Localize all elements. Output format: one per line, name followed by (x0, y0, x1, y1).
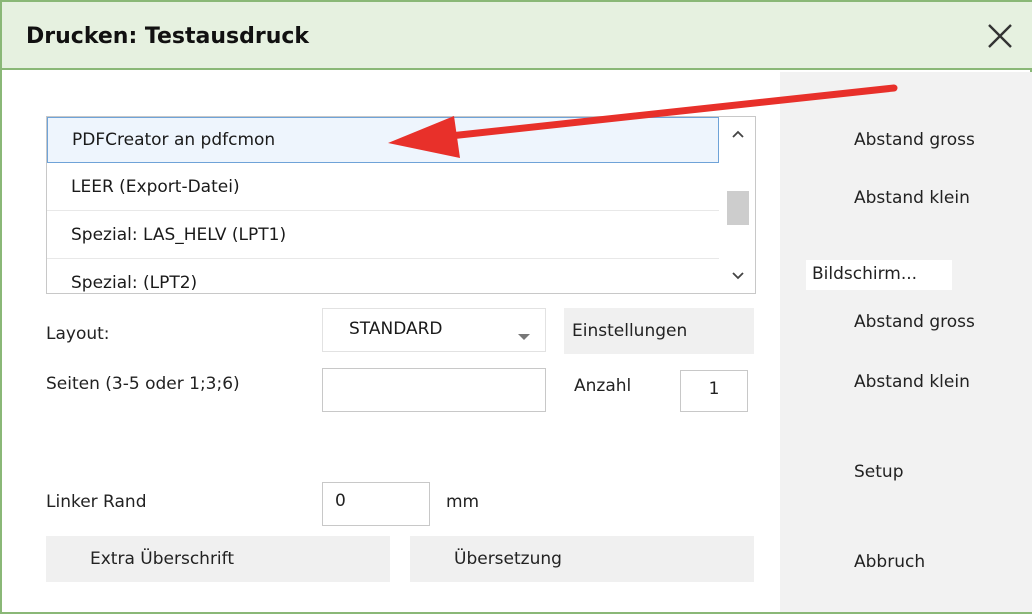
layout-value: STANDARD (349, 319, 443, 339)
list-item-label: Spezial: LAS_HELV (LPT1) (71, 225, 287, 245)
abbruch-button[interactable]: Abbruch (854, 552, 925, 572)
list-item-label: LEER (Export-Datei) (71, 177, 240, 197)
mm-label: mm (446, 492, 480, 512)
bildschirm-button[interactable]: Bildschirm... (806, 260, 952, 290)
list-item-pdfcreator[interactable]: PDFCreator an pdfcmon (47, 117, 719, 163)
dropdown-arrow-icon (517, 326, 531, 346)
list-item-label: PDFCreator an pdfcmon (72, 130, 276, 150)
setup-button[interactable]: Setup (854, 462, 903, 482)
abstand-klein-button-1[interactable]: Abstand klein (854, 188, 970, 208)
extra-ueberschrift-label: Extra Überschrift (90, 549, 235, 569)
seiten-input[interactable] (322, 368, 546, 412)
list-scrollbar[interactable] (721, 117, 755, 293)
scroll-down-button[interactable] (729, 267, 747, 285)
einstellungen-button[interactable]: Einstellungen (564, 308, 754, 354)
close-button[interactable] (980, 16, 1020, 56)
layout-select[interactable]: STANDARD (322, 308, 546, 352)
list-item-lpt2[interactable]: Spezial: (LPT2) (47, 261, 719, 293)
linker-rand-label: Linker Rand (46, 492, 147, 512)
abstand-gross-button-2[interactable]: Abstand gross (854, 312, 975, 332)
list-item-label: Spezial: (LPT2) (71, 273, 198, 293)
layout-label: Layout: (46, 324, 110, 344)
anzahl-label: Anzahl (574, 376, 632, 396)
einstellungen-label: Einstellungen (572, 321, 688, 341)
close-icon (988, 24, 1012, 48)
seiten-label: Seiten (3-5 oder 1;3;6) (46, 374, 240, 394)
uebersetzung-button[interactable]: Übersetzung (410, 536, 754, 582)
abstand-klein-button-2[interactable]: Abstand klein (854, 372, 970, 392)
title-bar: Drucken: Testausdruck (2, 0, 1032, 70)
anzahl-input[interactable]: 1 (680, 370, 748, 412)
extra-ueberschrift-button[interactable]: Extra Überschrift (46, 536, 390, 582)
linker-rand-input[interactable]: 0 (322, 482, 430, 526)
scroll-up-button[interactable] (729, 125, 747, 143)
scroll-thumb[interactable] (727, 191, 749, 225)
chevron-down-icon (732, 272, 744, 280)
uebersetzung-label: Übersetzung (454, 549, 562, 569)
list-item-leer[interactable]: LEER (Export-Datei) (47, 165, 719, 211)
printer-list[interactable]: PDFCreator an pdfcmon LEER (Export-Datei… (46, 116, 756, 294)
abstand-gross-button-1[interactable]: Abstand gross (854, 130, 975, 150)
print-dialog: Drucken: Testausdruck PDFCreator an pdfc… (0, 0, 1032, 614)
dialog-title: Drucken: Testausdruck (26, 24, 310, 49)
right-button-panel (780, 72, 1032, 612)
chevron-up-icon (732, 130, 744, 138)
list-item-las-helv[interactable]: Spezial: LAS_HELV (LPT1) (47, 213, 719, 259)
